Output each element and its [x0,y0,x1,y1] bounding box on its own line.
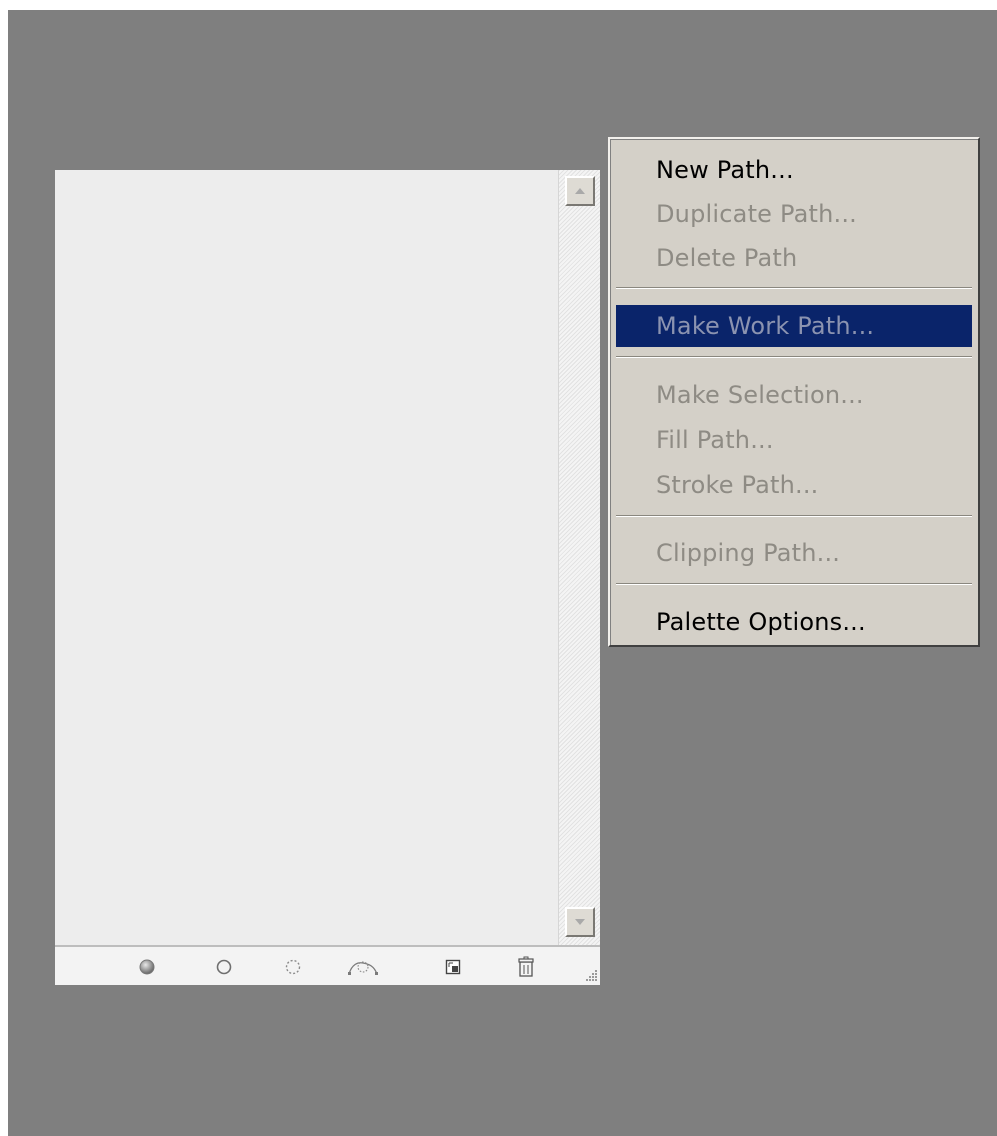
resize-grip-icon[interactable] [582,967,598,983]
menu-item-fill-path[interactable]: Fill Path... [616,419,972,461]
menu-item-palette-options[interactable]: Palette Options... [616,601,972,643]
trash-icon [518,956,534,977]
fill-path-icon [139,959,155,975]
palette-toolbar [55,945,600,985]
paths-list[interactable] [55,170,558,945]
make-work-path-icon [348,961,378,975]
fill-path-button[interactable] [135,955,159,979]
make-work-path-button[interactable] [345,955,381,979]
palette-menu: New Path... Duplicate Path... Delete Pat… [608,137,980,647]
menu-item-stroke-path[interactable]: Stroke Path... [616,464,972,506]
menu-separator [616,583,972,585]
stroke-path-button[interactable] [212,955,236,979]
scroll-down-button[interactable] [565,907,595,937]
vertical-scrollbar[interactable] [558,170,600,945]
new-path-icon [445,959,461,975]
load-path-as-selection-icon [285,959,301,975]
scroll-up-button[interactable] [565,176,595,206]
menu-item-clipping-path[interactable]: Clipping Path... [616,532,972,574]
paths-palette [55,170,600,985]
new-path-button[interactable] [441,955,465,979]
arrow-down-icon [575,919,585,925]
menu-separator [616,356,972,358]
menu-item-new-path[interactable]: New Path... [616,149,972,191]
menu-separator [616,515,972,517]
menu-item-delete-path[interactable]: Delete Path [616,237,972,279]
menu-separator [616,287,972,289]
delete-path-button[interactable] [514,955,538,979]
load-selection-button[interactable] [281,955,305,979]
stroke-path-icon [216,959,232,975]
menu-item-make-work-path[interactable]: Make Work Path... [616,305,972,347]
menu-item-make-selection[interactable]: Make Selection... [616,374,972,416]
arrow-up-icon [575,188,585,194]
menu-item-duplicate-path[interactable]: Duplicate Path... [616,193,972,235]
